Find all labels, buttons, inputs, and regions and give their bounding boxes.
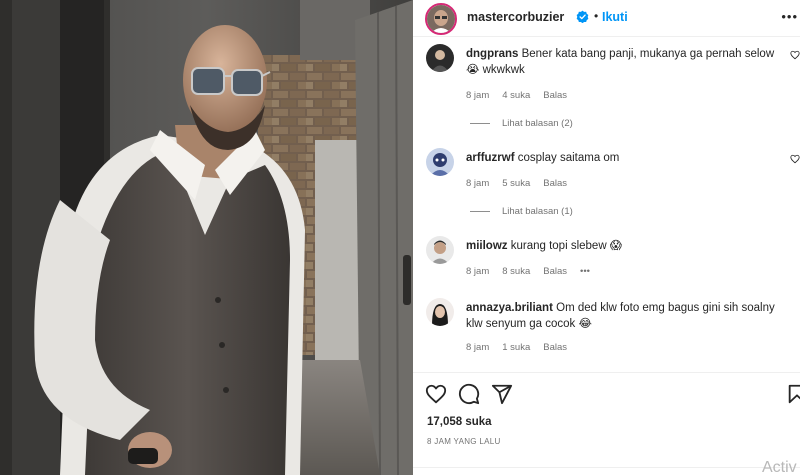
post-actions: 17,058 suka 8 JAM YANG LALU <box>413 372 800 475</box>
add-comment-row <box>413 467 800 475</box>
reply-button[interactable]: Balas <box>543 342 567 353</box>
view-replies-label: Lihat balasan (1) <box>502 206 573 217</box>
comment-text: cosplay saitama om <box>517 152 620 164</box>
view-replies-button[interactable]: Lihat balasan (1) <box>470 206 573 217</box>
commenter-avatar[interactable] <box>426 298 454 326</box>
comment-likes[interactable]: 5 suka <box>502 178 530 189</box>
reply-button[interactable]: Balas <box>543 178 567 189</box>
comment-username[interactable]: miilowz <box>466 240 508 252</box>
comment-meta: 8 jam 1 suka Balas <box>466 342 567 353</box>
comment-time[interactable]: 8 jam <box>466 342 489 353</box>
header-separator: • <box>594 9 599 23</box>
replies-divider <box>470 211 490 212</box>
comment-meta: 8 jam 4 suka Balas <box>466 90 567 101</box>
activation-watermark: Activ <box>762 459 797 475</box>
comment-username[interactable]: arffuzrwf <box>466 152 515 164</box>
comment-text: kurang topi slebew 😱 <box>510 240 622 252</box>
comment-likes[interactable]: 4 suka <box>502 90 530 101</box>
post-options-button[interactable]: ••• <box>781 9 798 24</box>
comment-likes[interactable]: 8 suka <box>502 266 530 277</box>
comment-time[interactable]: 8 jam <box>466 178 489 189</box>
post-timestamp[interactable]: 8 JAM YANG LALU <box>427 437 501 446</box>
commenter-avatar[interactable] <box>426 44 454 72</box>
reply-button[interactable]: Balas <box>543 266 567 277</box>
heart-icon[interactable] <box>425 383 447 405</box>
commenter-avatar[interactable] <box>426 148 454 176</box>
post-photo[interactable] <box>0 0 413 475</box>
comment-time[interactable]: 8 jam <box>466 266 489 277</box>
comment-icon[interactable] <box>458 383 480 405</box>
comment-time[interactable]: 8 jam <box>466 90 489 101</box>
post-details-panel: mastercorbuzier • Ikuti ••• dngprans Ben… <box>413 0 800 475</box>
comment-likes[interactable]: 1 suka <box>502 342 530 353</box>
reply-button[interactable]: Balas <box>543 90 567 101</box>
verified-badge-icon <box>576 10 589 23</box>
heart-icon[interactable] <box>790 50 800 60</box>
comment-username[interactable]: annazya.briliant <box>466 302 553 314</box>
heart-icon[interactable] <box>790 154 800 164</box>
post-header: mastercorbuzier • Ikuti ••• <box>413 0 800 37</box>
comment-username[interactable]: dngprans <box>466 48 518 60</box>
send-icon[interactable] <box>491 383 513 405</box>
author-avatar[interactable] <box>425 3 457 35</box>
comment-meta: 8 jam 5 suka Balas <box>466 178 567 189</box>
replies-divider <box>470 123 490 124</box>
follow-button[interactable]: Ikuti <box>602 10 628 24</box>
comment-options-button[interactable]: ••• <box>580 266 590 277</box>
comment-meta: 8 jam 8 suka Balas ••• <box>466 266 590 277</box>
likes-count[interactable]: 17,058 suka <box>427 416 492 428</box>
bookmark-icon[interactable] <box>786 383 800 405</box>
author-username[interactable]: mastercorbuzier <box>467 10 564 24</box>
view-replies-button[interactable]: Lihat balasan (2) <box>470 118 573 129</box>
view-replies-label: Lihat balasan (2) <box>502 118 573 129</box>
commenter-avatar[interactable] <box>426 236 454 264</box>
